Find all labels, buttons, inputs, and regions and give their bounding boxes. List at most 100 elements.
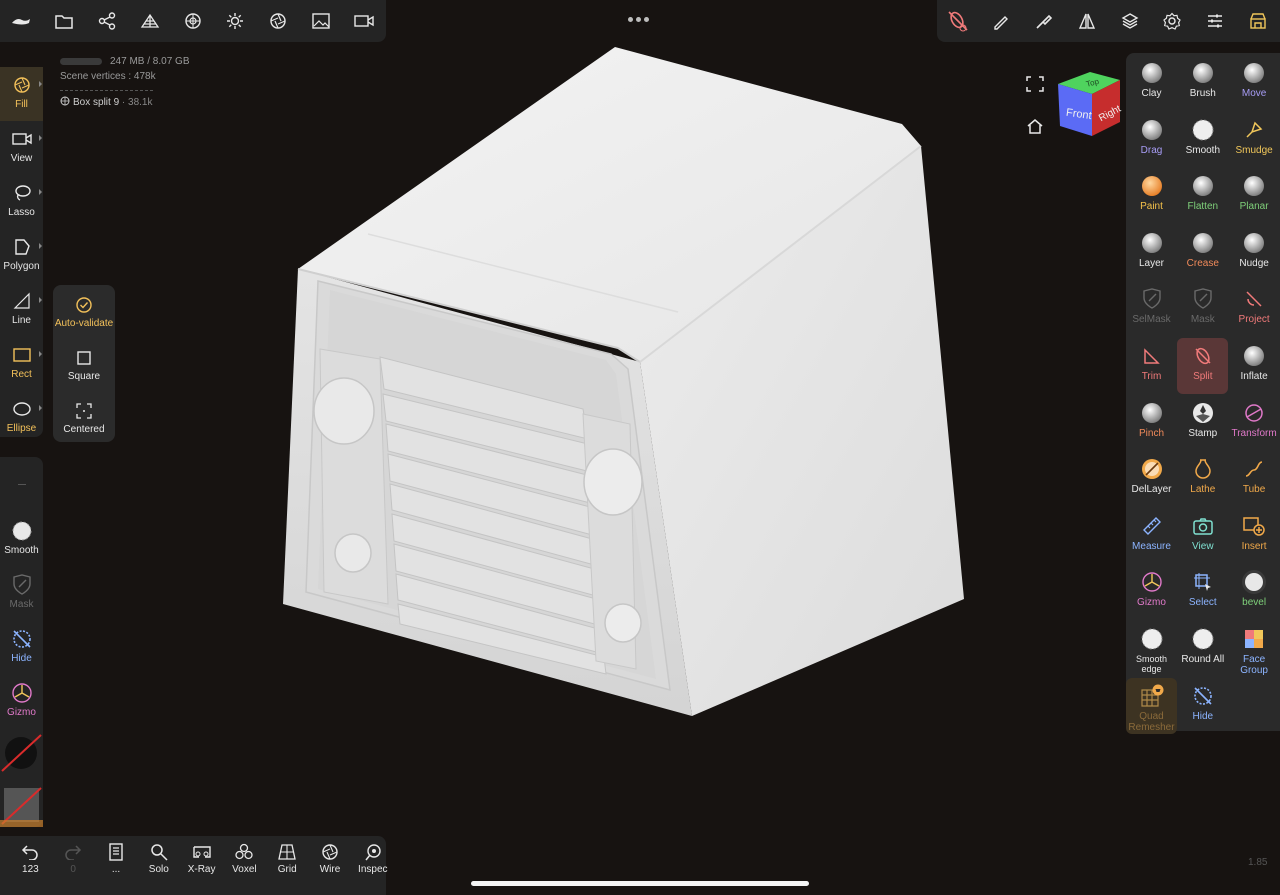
sliders-icon[interactable] (1194, 0, 1237, 42)
material-icon[interactable] (171, 0, 214, 42)
tool-stamp[interactable]: Stamp (1177, 395, 1228, 451)
mirror-icon[interactable] (1065, 0, 1108, 42)
tool-pinch[interactable]: Pinch (1126, 395, 1177, 451)
tool-round-all[interactable]: Round All (1177, 621, 1228, 677)
light-icon[interactable] (214, 0, 257, 42)
tool-dellayer[interactable]: DelLayer (1126, 451, 1177, 507)
tool-hide[interactable]: Hide (1177, 678, 1228, 734)
tool-move[interactable]: Move (1229, 55, 1280, 111)
rect-option-centered[interactable]: Centered (53, 393, 115, 445)
quick-hide-tool[interactable]: Hide (0, 621, 43, 675)
rect-option-square[interactable]: Square (53, 340, 115, 392)
quick-gizmo-tool[interactable]: Gizmo (0, 675, 43, 729)
tool-select[interactable]: Select (1177, 564, 1228, 620)
tool-fill[interactable]: Fill (0, 67, 43, 121)
tool-smudge[interactable]: Smudge (1229, 112, 1280, 168)
tool-label: View (1192, 540, 1214, 552)
transform-icon (1229, 401, 1280, 425)
layers-icon[interactable] (1108, 0, 1151, 42)
tool-transform[interactable]: Transform (1229, 395, 1280, 451)
frame-view-icon[interactable] (1026, 76, 1044, 97)
pinch-icon (1126, 401, 1177, 425)
rect-options-popup: Auto-validate Square Centered (53, 285, 115, 442)
bottom-redo-button[interactable]: 0 (52, 836, 95, 895)
object-icon (60, 96, 70, 106)
home-indicator[interactable] (471, 881, 809, 886)
more-dots-icon[interactable] (628, 9, 652, 22)
tool-smooth[interactable]: Smooth (1177, 112, 1228, 168)
tool-mask[interactable]: Mask (1177, 281, 1228, 337)
3d-model-viewport[interactable] (278, 44, 978, 724)
tool-drag[interactable]: Drag (1126, 112, 1177, 168)
stroke-icon[interactable] (980, 0, 1023, 42)
video-icon[interactable] (342, 0, 385, 42)
bottom-voxel-button[interactable]: Voxel (223, 836, 266, 895)
quick-mask-tool[interactable]: Mask (0, 567, 43, 621)
tool-selmask[interactable]: SelMask (1126, 281, 1177, 337)
tool-project[interactable]: Project (1229, 281, 1280, 337)
symmetry-off-icon[interactable] (937, 0, 980, 42)
tool-bevel[interactable]: bevel (1229, 564, 1280, 620)
tool-quad-remesher[interactable]: Quad Remesher (1126, 677, 1177, 734)
version-label: 1.85 (1248, 857, 1268, 868)
tool-face-group[interactable]: Face Group (1229, 621, 1280, 677)
tool-layer[interactable]: Layer (1126, 225, 1177, 281)
tool-measure[interactable]: Measure (1126, 508, 1177, 564)
scene-graph-icon[interactable] (86, 0, 129, 42)
bottom-book-button[interactable]: ... (95, 836, 138, 895)
topology-icon[interactable] (128, 0, 171, 42)
tool-label: Measure (1132, 540, 1171, 552)
image-icon[interactable] (300, 0, 343, 42)
object-entry[interactable]: Box split 9 · 38.1k (60, 95, 190, 110)
tool-rect[interactable]: Rect (0, 337, 43, 391)
tool-label: Pinch (1138, 427, 1164, 439)
bottom-wire-button[interactable]: Wire (309, 836, 352, 895)
bottom-tool-label: ... (111, 864, 121, 875)
tool-view[interactable]: View (1177, 508, 1228, 564)
tool-brush[interactable]: Brush (1177, 55, 1228, 111)
tool-paint[interactable]: Paint (1126, 168, 1177, 224)
inspect-icon (351, 842, 394, 862)
bottom-solo-button[interactable]: Solo (137, 836, 180, 895)
store-icon[interactable] (1237, 0, 1280, 42)
tool-split[interactable]: Split (1177, 338, 1229, 394)
tool-lasso[interactable]: Lasso (0, 175, 43, 229)
chevron-right-icon (39, 81, 42, 87)
tool-crease[interactable]: Crease (1177, 225, 1228, 281)
tool-gizmo[interactable]: Gizmo (1126, 564, 1177, 620)
chevron-right-icon (39, 189, 42, 195)
tool-flatten[interactable]: Flatten (1177, 168, 1228, 224)
tool-planar[interactable]: Planar (1229, 168, 1280, 224)
home-view-icon[interactable] (1026, 118, 1044, 139)
brush-settings-icon[interactable] (1023, 0, 1066, 42)
bottom-inspect-button[interactable]: Inspec (351, 836, 394, 895)
tool-polygon[interactable]: Polygon (0, 229, 43, 283)
nomad-logo-icon[interactable] (0, 0, 43, 42)
quick-smooth-tool[interactable]: Smooth (0, 513, 43, 567)
tool-tube[interactable]: Tube (1229, 451, 1280, 507)
tube-icon (1229, 457, 1280, 481)
bottom-grid-button[interactable]: Grid (266, 836, 309, 895)
tool-insert[interactable]: Insert (1229, 508, 1280, 564)
tool-label: Transform (1231, 427, 1277, 439)
settings-icon[interactable] (1151, 0, 1194, 42)
camera-aperture-icon[interactable] (257, 0, 300, 42)
tool-label: Insert (1241, 540, 1267, 552)
folder-icon[interactable] (43, 0, 86, 42)
tool-trim[interactable]: Trim (1126, 338, 1177, 394)
orientation-cube[interactable]: Front Right Top (1052, 70, 1124, 142)
bottom-xray-button[interactable]: X-Ray (180, 836, 223, 895)
tool-ellipse[interactable]: Ellipse (0, 391, 43, 445)
tool-lathe[interactable]: Lathe (1177, 451, 1228, 507)
color-swatch-1[interactable] (0, 729, 43, 777)
tool-inflate[interactable]: Inflate (1229, 338, 1280, 394)
tool-view[interactable]: View (0, 121, 43, 175)
tool-smooth-edge[interactable]: Smooth edge (1126, 621, 1177, 677)
color-swatch-2[interactable] (0, 782, 43, 827)
bottom-undo-button[interactable]: 123 (9, 836, 52, 895)
tool-line[interactable]: Line (0, 283, 43, 337)
empty-slot[interactable] (0, 457, 43, 512)
tool-clay[interactable]: Clay (1126, 55, 1177, 111)
tool-nudge[interactable]: Nudge (1229, 225, 1280, 281)
rect-option-auto-validate[interactable]: Auto-validate (53, 287, 115, 339)
